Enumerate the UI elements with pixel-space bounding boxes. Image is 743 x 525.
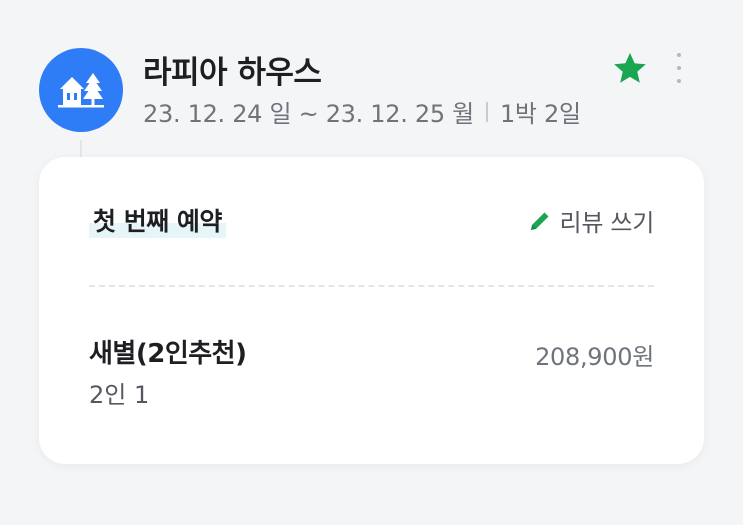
room-name: 새별(2인추천) — [89, 339, 247, 369]
stay-nights: 1박 2일 — [499, 100, 581, 128]
place-avatar — [39, 48, 123, 132]
meta-divider — [485, 101, 488, 122]
stay-meta: 23. 12. 24 일 ~ 23. 12. 25 월 1박 2일 — [143, 94, 581, 129]
write-review-label: 리뷰 쓰기 — [559, 209, 655, 237]
favorite-button[interactable] — [611, 50, 649, 88]
room-guests: 2인 1 — [89, 381, 150, 409]
star-icon — [614, 52, 646, 83]
write-review-button[interactable]: 리뷰 쓰기 — [528, 203, 654, 238]
more-vertical-icon[interactable] — [668, 50, 690, 86]
dashed-divider — [89, 285, 654, 287]
room-price: 208,900원 — [535, 343, 654, 371]
place-name: 라피아 하우스 — [143, 55, 322, 91]
reservation-card: 첫 번째 예약 리뷰 쓰기 새별(2인추천) 2인 1 208,900원 — [39, 157, 704, 464]
booking-label: 첫 번째 예약 — [89, 202, 226, 238]
pencil-icon — [530, 212, 549, 230]
cabin-with-trees-icon — [58, 73, 104, 108]
stay-dates: 23. 12. 24 일 ~ 23. 12. 25 월 — [143, 100, 474, 128]
